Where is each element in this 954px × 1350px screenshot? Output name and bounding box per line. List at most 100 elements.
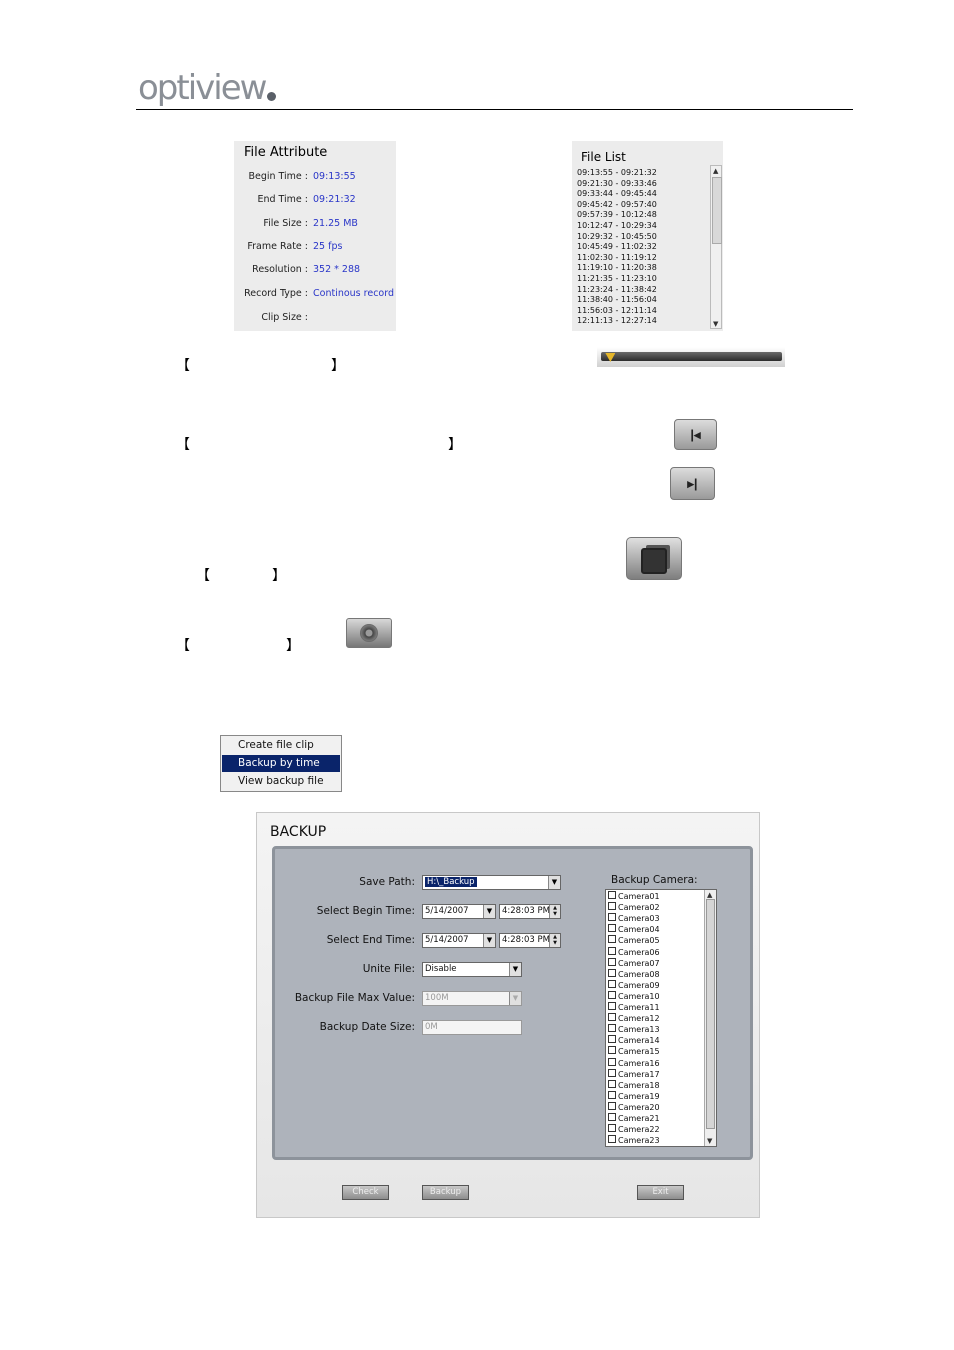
checkbox-icon[interactable] [608, 1024, 616, 1033]
camera-checkbox-item[interactable]: Camera03 [608, 913, 660, 924]
previous-file-button[interactable]: |◂ [674, 419, 717, 450]
slider-track [601, 352, 782, 361]
camera-checkbox-item[interactable]: Camera02 [608, 902, 660, 913]
camera-checkbox-item[interactable]: Camera20 [608, 1101, 660, 1113]
menu-item-view-backup-file[interactable]: View backup file [222, 773, 340, 790]
begin-date-picker[interactable]: 5/14/2007 ▼ [422, 904, 496, 919]
file-list-item[interactable]: 11:56:03 - 12:11:14 [577, 306, 707, 317]
scroll-up-arrow-icon[interactable]: ▲ [713, 167, 718, 175]
camera-checkbox-item[interactable]: Camera14 [608, 1035, 660, 1046]
checkbox-icon[interactable] [608, 913, 616, 922]
file-list-item[interactable]: 09:13:55 - 09:21:32 [577, 168, 707, 179]
checkbox-icon[interactable] [608, 1046, 616, 1055]
file-list-item[interactable]: 09:33:44 - 09:45:44 [577, 189, 707, 200]
camera-checkbox-item[interactable]: Camera21 [608, 1113, 660, 1124]
camera-checkbox-item[interactable]: Camera15 [608, 1046, 660, 1057]
camera-checkbox-item[interactable]: Camera16 [608, 1057, 660, 1069]
checkbox-icon[interactable] [608, 1101, 616, 1110]
camera-checkbox-item[interactable]: Camera17 [608, 1068, 660, 1080]
file-list-item[interactable]: 09:21:30 - 09:33:46 [577, 179, 707, 190]
checkbox-icon[interactable] [608, 1057, 616, 1066]
camera-checkbox-item[interactable]: Camera04 [608, 924, 660, 935]
file-list-item[interactable]: 10:12:47 - 10:29:34 [577, 221, 707, 232]
date-size-field: 0M [422, 1020, 522, 1035]
save-path-select[interactable]: H:\_Backup ▼ [422, 875, 561, 890]
menu-item-create-file-clip[interactable]: Create file clip [222, 737, 340, 754]
attr-row-clip-size: Clip Size : [261, 312, 308, 323]
checkbox-icon[interactable] [608, 1113, 616, 1121]
dropdown-arrow-icon[interactable]: ▼ [483, 905, 495, 918]
end-time-spinner[interactable]: 4:28:03 PM ▲ ▼ [499, 933, 561, 948]
camera-list-scrollbar[interactable]: ▲ ▼ [704, 890, 716, 1146]
attr-row-file-size: File Size :21.25 MB [263, 218, 358, 229]
file-list-scroll-thumb[interactable] [712, 177, 722, 244]
playback-progress-slider[interactable] [597, 347, 785, 367]
checkbox-icon[interactable] [608, 1002, 616, 1010]
file-list-item[interactable]: 09:45:42 - 09:57:40 [577, 200, 707, 211]
file-list-item[interactable]: 12:11:13 - 12:27:14 [577, 316, 707, 327]
next-file-button[interactable]: ▸| [670, 467, 715, 500]
file-list-item[interactable]: 10:29:32 - 10:45:50 [577, 232, 707, 243]
checkbox-icon[interactable] [608, 979, 616, 988]
checkbox-icon[interactable] [608, 946, 616, 955]
spinner-arrows-icon[interactable]: ▲ ▼ [549, 905, 560, 918]
camera-checkbox-item[interactable]: Camera22 [608, 1124, 660, 1135]
backup-button[interactable]: Backup [422, 1185, 469, 1200]
max-value-label: Backup File Max Value: [294, 992, 415, 1004]
checkbox-icon[interactable] [608, 924, 616, 933]
camera-checkbox-item[interactable]: Camera06 [608, 946, 660, 958]
camera-checkbox-item[interactable]: Camera18 [608, 1079, 660, 1091]
attr-row-end-time: End Time :09:21:32 [257, 194, 356, 205]
camera-checkbox-item[interactable]: Camera23 [608, 1135, 660, 1146]
backup-camera-label: Backup Camera: [611, 874, 698, 886]
unite-file-select[interactable]: Disable ▼ [422, 962, 522, 977]
camera-list-scroll-thumb[interactable] [706, 899, 715, 1129]
dropdown-arrow-icon[interactable]: ▼ [509, 963, 521, 976]
check-button[interactable]: Check [342, 1185, 389, 1200]
bracket-open: 【 [176, 358, 190, 374]
camera-checkbox-item[interactable]: Camera08 [608, 968, 660, 980]
file-list-item[interactable]: 10:45:49 - 11:02:32 [577, 242, 707, 253]
dropdown-arrow-icon[interactable]: ▼ [483, 934, 495, 947]
checkbox-icon[interactable] [608, 1135, 616, 1144]
checkbox-icon[interactable] [608, 957, 616, 966]
backup-save-button[interactable] [626, 537, 682, 580]
camera-checkbox-item[interactable]: Camera07 [608, 957, 660, 969]
volume-button[interactable] [346, 618, 392, 648]
scroll-up-arrow-icon[interactable]: ▲ [707, 891, 712, 899]
camera-checkbox-item[interactable]: Camera09 [608, 979, 660, 991]
exit-button[interactable]: Exit [637, 1185, 684, 1200]
checkbox-icon[interactable] [608, 1035, 616, 1044]
checkbox-icon[interactable] [608, 968, 616, 977]
file-list-item[interactable]: 11:19:10 - 11:20:38 [577, 263, 707, 274]
dropdown-arrow-icon[interactable]: ▼ [548, 876, 560, 889]
checkbox-icon[interactable] [608, 1124, 616, 1133]
camera-checkbox-item[interactable]: Camera05 [608, 935, 660, 946]
checkbox-icon[interactable] [608, 990, 616, 999]
camera-checkbox-item[interactable]: Camera11 [608, 1002, 660, 1013]
begin-time-spinner[interactable]: 4:28:03 PM ▲ ▼ [499, 904, 561, 919]
camera-checkbox-item[interactable]: Camera13 [608, 1024, 660, 1035]
checkbox-icon[interactable] [608, 1090, 616, 1099]
scroll-down-arrow-icon[interactable]: ▼ [713, 320, 718, 328]
camera-checkbox-item[interactable]: Camera19 [608, 1090, 660, 1102]
camera-checkbox-item[interactable]: Camera12 [608, 1013, 660, 1024]
file-list-item[interactable]: 11:38:40 - 11:56:04 [577, 295, 707, 306]
scroll-down-arrow-icon[interactable]: ▼ [707, 1137, 712, 1145]
checkbox-icon[interactable] [608, 935, 616, 944]
spinner-arrows-icon[interactable]: ▲ ▼ [549, 934, 560, 947]
file-list-scrollbar[interactable]: ▲ ▼ [710, 165, 722, 329]
file-list-item[interactable]: 11:21:35 - 11:23:10 [577, 274, 707, 285]
checkbox-icon[interactable] [608, 1013, 616, 1022]
end-date-picker[interactable]: 5/14/2007 ▼ [422, 933, 496, 948]
checkbox-icon[interactable] [608, 891, 616, 899]
camera-checkbox-item[interactable]: Camera01 [608, 891, 660, 902]
checkbox-icon[interactable] [608, 902, 616, 911]
file-list-item[interactable]: 09:57:39 - 10:12:48 [577, 210, 707, 221]
checkbox-icon[interactable] [608, 1068, 616, 1077]
checkbox-icon[interactable] [608, 1079, 616, 1088]
menu-item-backup-by-time[interactable]: Backup by time [222, 755, 340, 772]
file-list-item[interactable]: 11:23:24 - 11:38:42 [577, 285, 707, 296]
camera-checkbox-item[interactable]: Camera10 [608, 990, 660, 1002]
file-list-item[interactable]: 11:02:30 - 11:19:12 [577, 253, 707, 264]
